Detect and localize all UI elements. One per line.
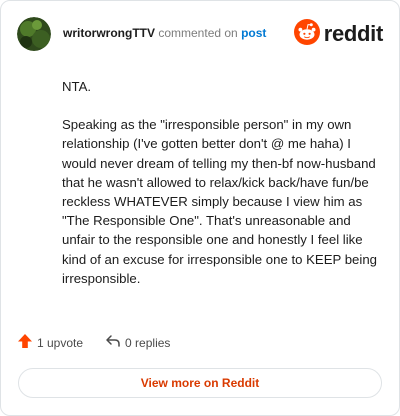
reply-count: 0 replies [125,335,171,350]
replies-button[interactable]: 0 replies [105,333,170,352]
reply-arrow-icon [105,333,121,352]
comment-meta: writorwrongTTV commented on post [63,26,266,40]
comment-header: writorwrongTTV commented on post reddit [17,17,383,51]
comment-embed-card: writorwrongTTV commented on post reddit [0,0,400,416]
user-avatar[interactable] [17,17,51,51]
comment-paragraph: NTA. [62,79,92,94]
reddit-logo-icon [293,18,320,50]
upvote-count: 1 upvote [37,335,84,350]
post-link[interactable]: post [241,26,266,40]
reddit-wordmark: reddit [323,21,384,46]
comment-body: NTA. Speaking as the "irresponsible pers… [62,77,380,307]
view-more-on-reddit-button[interactable]: View more on Reddit [18,368,382,398]
comment-paragraph: Speaking as the "irresponsible person" i… [62,117,377,286]
comment-footer: 1 upvote 0 replies [17,333,170,352]
upvote-button[interactable]: 1 upvote [17,333,83,352]
username-link[interactable]: writorwrongTTV [63,26,155,40]
action-text: commented on [158,26,238,40]
upvote-arrow-icon [17,333,33,352]
reddit-brand[interactable]: reddit [293,18,384,50]
